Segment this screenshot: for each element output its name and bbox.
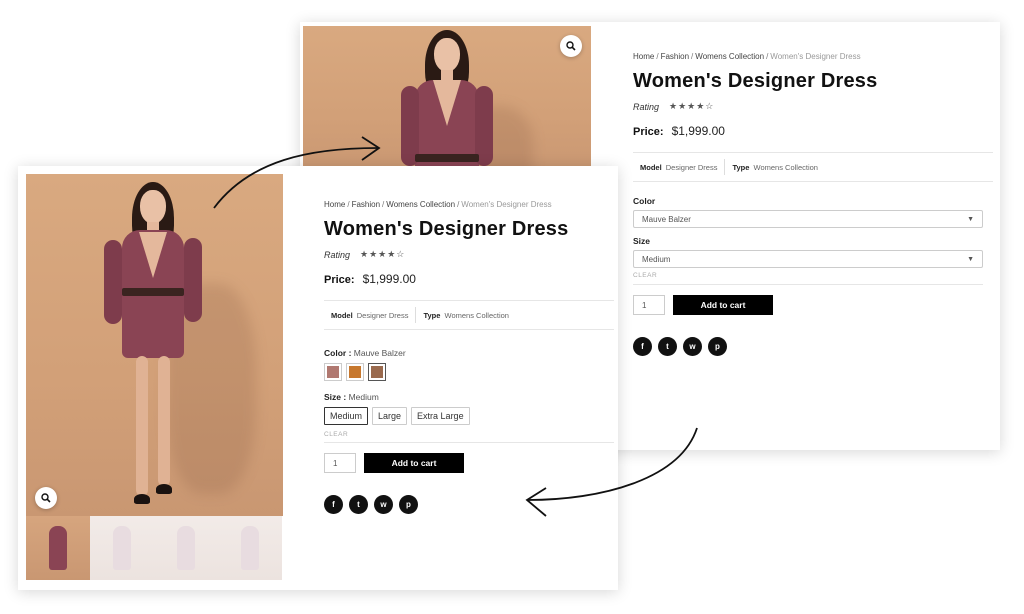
size-option-large[interactable]: Large <box>372 407 408 425</box>
search-icon <box>566 41 576 51</box>
search-icon <box>41 493 51 503</box>
product-title: Women's Designer Dress <box>633 70 878 92</box>
size-options: Medium Large Extra Large <box>324 407 614 425</box>
meta-type: Type Womens Collection <box>423 310 509 320</box>
price-label: Price: <box>324 274 355 286</box>
product-image[interactable] <box>26 174 283 516</box>
breadcrumb: Home / Fashion / Womens Collection / Women's D… <box>633 52 861 61</box>
color-select-value: Mauve Balzer <box>642 214 691 224</box>
swatch-fill <box>349 366 361 378</box>
meta-type: Type Womens Collection <box>732 162 818 172</box>
divider <box>633 152 993 153</box>
divider <box>324 442 614 443</box>
size-select-value: Medium <box>642 254 671 264</box>
size-select[interactable]: Medium ▼ <box>633 250 983 268</box>
breadcrumb: Home / Fashion / Womens Collection / Women's D… <box>324 200 552 209</box>
add-to-cart-button[interactable]: Add to cart <box>673 295 773 315</box>
social-share: f t w p <box>324 495 614 514</box>
thumbnail[interactable] <box>218 516 282 580</box>
zoom-button[interactable] <box>560 35 582 57</box>
divider <box>324 329 614 330</box>
price: Price: $1,999.00 <box>324 272 614 286</box>
product-title: Women's Designer Dress <box>324 218 569 240</box>
breadcrumb-womens-collection[interactable]: Womens Collection <box>695 52 764 61</box>
whatsapp-icon[interactable]: w <box>374 495 393 514</box>
thumbnail[interactable] <box>26 516 90 580</box>
thumbnail[interactable] <box>154 516 218 580</box>
rating: Rating ★★★★☆ <box>324 249 614 260</box>
size-option-medium[interactable]: Medium <box>324 407 369 425</box>
price-value: $1,999.00 <box>671 124 725 138</box>
breadcrumb-womens-collection[interactable]: Womens Collection <box>386 200 455 209</box>
rating: Rating ★★★★☆ <box>633 101 993 112</box>
twitter-icon[interactable]: t <box>658 337 677 356</box>
size-selected-value: Medium <box>348 392 379 402</box>
product-meta: Model Designer Dress Type Womens Collect… <box>633 159 993 175</box>
meta-model: Model Designer Dress <box>331 310 409 320</box>
color-label: Color <box>633 196 656 206</box>
add-to-cart-form: 1 Add to cart <box>633 295 993 315</box>
pinterest-icon[interactable]: p <box>708 337 727 356</box>
color-select[interactable]: Mauve Balzer ▼ <box>633 210 983 228</box>
size-label: Size : Medium <box>324 392 379 402</box>
clear-link[interactable]: CLEAR <box>633 272 993 279</box>
divider <box>633 284 983 285</box>
breadcrumb-fashion[interactable]: Fashion <box>352 200 380 209</box>
price: Price: $1,999.00 <box>633 124 993 138</box>
size-label: Size <box>633 236 651 246</box>
color-swatch[interactable] <box>368 363 386 381</box>
facebook-icon[interactable]: f <box>633 337 652 356</box>
color-swatches <box>324 363 614 381</box>
quantity-input[interactable]: 1 <box>633 295 665 315</box>
color-label: Color : Mauve Balzer <box>324 348 406 358</box>
color-swatch[interactable] <box>346 363 364 381</box>
thumbnail[interactable] <box>90 516 154 580</box>
star-rating-icon: ★★★★☆ <box>360 249 406 259</box>
product-summary: Home / Fashion / Womens Collection / Women's D… <box>324 200 614 514</box>
rating-label: Rating <box>324 249 351 260</box>
product-card-swatch-layout: Home / Fashion / Womens Collection / Women's D… <box>18 166 618 590</box>
facebook-icon[interactable]: f <box>324 495 343 514</box>
color-swatch[interactable] <box>324 363 342 381</box>
star-rating-icon: ★★★★☆ <box>669 101 715 111</box>
add-to-cart-button[interactable]: Add to cart <box>364 453 464 473</box>
pinterest-icon[interactable]: p <box>399 495 418 514</box>
chevron-down-icon: ▼ <box>967 215 974 223</box>
swatch-fill <box>327 366 339 378</box>
clear-link[interactable]: CLEAR <box>324 431 614 438</box>
meta-model: Model Designer Dress <box>640 162 718 172</box>
add-to-cart-form: 1 Add to cart <box>324 453 614 473</box>
breadcrumb-current: Women's Designer Dress <box>770 52 861 61</box>
social-share: f t w p <box>633 337 993 356</box>
twitter-icon[interactable]: t <box>349 495 368 514</box>
price-label: Price: <box>633 126 664 138</box>
divider <box>633 181 993 182</box>
breadcrumb-current: Women's Designer Dress <box>461 200 552 209</box>
size-option-extra-large[interactable]: Extra Large <box>411 407 470 425</box>
color-selected-value: Mauve Balzer <box>353 348 406 358</box>
breadcrumb-home[interactable]: Home <box>633 52 654 61</box>
chevron-down-icon: ▼ <box>967 255 974 263</box>
breadcrumb-fashion[interactable]: Fashion <box>661 52 689 61</box>
rating-label: Rating <box>633 101 660 112</box>
whatsapp-icon[interactable]: w <box>683 337 702 356</box>
zoom-button[interactable] <box>35 487 57 509</box>
divider <box>324 300 614 301</box>
swatch-fill <box>371 366 383 378</box>
product-image[interactable] <box>303 26 591 176</box>
price-value: $1,999.00 <box>362 272 416 286</box>
image-thumbnails <box>26 516 282 580</box>
product-meta: Model Designer Dress Type Womens Collect… <box>324 307 614 323</box>
breadcrumb-home[interactable]: Home <box>324 200 345 209</box>
product-summary: Home / Fashion / Womens Collection / Women's D… <box>633 52 993 356</box>
quantity-input[interactable]: 1 <box>324 453 356 473</box>
